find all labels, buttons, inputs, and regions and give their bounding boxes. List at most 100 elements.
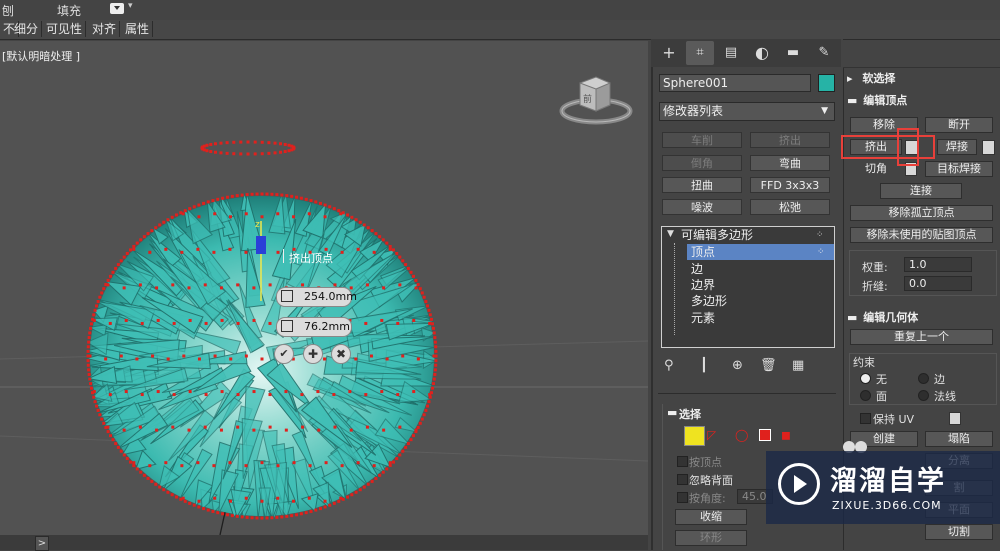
caddy-title: 挤出顶点	[289, 252, 333, 265]
relax-button[interactable]: 松弛	[750, 199, 830, 215]
trash-icon[interactable]: 🗑	[760, 358, 777, 373]
edit-vertices-rollout[interactable]: ▬ 编辑顶点	[843, 92, 1000, 109]
watermark-url: ZIXUE.3D66.COM	[832, 499, 942, 512]
tab-align[interactable]: 对齐	[89, 21, 121, 37]
vertex-dots-icon: ⁘	[816, 230, 824, 240]
stack-item-polygon[interactable]: 多边形	[691, 293, 727, 309]
vertex-dots-icon: ⁘	[817, 247, 825, 257]
edit-geometry-rollout[interactable]: ▬ 编辑几何体	[843, 309, 1000, 326]
modify-icon[interactable]: ⌗	[686, 41, 714, 65]
extrude-modifier-button[interactable]: 挤出	[750, 132, 830, 148]
selection-rollout-title[interactable]: 选择	[679, 406, 701, 422]
stack-item-edge[interactable]: 边	[691, 261, 703, 277]
tab-properties[interactable]: 属性	[122, 21, 154, 37]
object-name-input[interactable]: Sphere001	[659, 74, 811, 92]
preserve-uv-settings-icon[interactable]	[949, 412, 961, 425]
element-mode-icon[interactable]: ◼	[781, 428, 791, 442]
by-angle-checkbox[interactable]	[677, 492, 688, 503]
by-vertex-checkbox[interactable]	[677, 456, 688, 467]
fill-dropdown-icon[interactable]	[110, 3, 124, 14]
width-value[interactable]: 76.2mm	[304, 320, 350, 333]
target-weld-button[interactable]: 目标焊接	[925, 161, 993, 177]
shrink-button[interactable]: 收缩	[675, 509, 747, 525]
bend-button[interactable]: 弯曲	[750, 155, 830, 171]
ring-button[interactable]: 环形	[675, 530, 747, 546]
repeat-last-button[interactable]: 重复上一个	[850, 329, 993, 345]
viewport[interactable]: [默认明暗处理 ] z 前 挤出顶点 254.0mm 76.2mm ✔ ✚ ✖	[0, 41, 648, 535]
remove-isolated-vertices-button[interactable]: 移除孤立顶点	[850, 205, 993, 221]
pin-stack-icon[interactable]: ⚲	[664, 358, 674, 373]
soft-selection-rollout[interactable]: ▸ 软选择	[843, 70, 1000, 87]
stack-toolbar: ⚲ ┃ ⊕ 🗑 ▦	[660, 358, 836, 376]
tab-visibility[interactable]: 可见性	[43, 21, 87, 37]
constraint-none-radio[interactable]	[860, 373, 871, 384]
utilities-icon[interactable]: ✎	[810, 41, 838, 65]
modifier-list-label: 修改器列表	[663, 104, 724, 118]
chevron-down-icon[interactable]: ▾	[128, 1, 133, 11]
selection-rollout-toggle[interactable]: ▬	[667, 406, 677, 419]
toolbar-item[interactable]: 刨	[2, 2, 14, 19]
vertex-mode-icon[interactable]	[684, 426, 705, 446]
highlight-extrude-settings	[897, 128, 919, 166]
stack-root-editable-poly[interactable]: 可编辑多边形	[681, 227, 753, 243]
weld-settings-icon[interactable]	[982, 140, 995, 155]
noise-button[interactable]: 噪波	[662, 199, 742, 215]
remove-unused-map-vertices-button[interactable]: 移除未使用的贴图顶点	[850, 227, 993, 243]
ok-icon[interactable]: ✔	[274, 344, 294, 364]
make-unique-icon[interactable]: ⊕	[732, 358, 743, 373]
tab-subdivision[interactable]: 细分	[11, 21, 43, 37]
stack-item-element[interactable]: 元素	[691, 310, 715, 326]
extrusion-height-field[interactable]: 254.0mm	[276, 287, 357, 307]
motion-icon[interactable]: ◐	[748, 41, 776, 65]
bevel-button[interactable]: 倒角	[662, 155, 742, 171]
preserve-uv-checkbox[interactable]	[860, 413, 871, 424]
weight-spinner[interactable]: 1.0	[904, 257, 972, 272]
constraints-label: 约束	[853, 356, 875, 369]
collapse-button[interactable]: 塌陷	[925, 431, 993, 447]
highlight-extrude	[841, 135, 935, 159]
cut-button[interactable]: 切割	[925, 524, 993, 540]
modifier-stack[interactable]: ▼ 可编辑多边形 ⁘ 顶点 ⁘ 边 边界 多边形 元素	[661, 226, 835, 348]
edit-geometry-title: 编辑几何体	[863, 311, 919, 324]
modifier-list-dropdown[interactable]: 修改器列表 ▼	[659, 102, 835, 121]
crease-label: 折缝:	[862, 280, 888, 293]
weld-button[interactable]: 焊接	[937, 139, 977, 155]
show-end-result-icon[interactable]: ┃	[700, 358, 708, 373]
next-arrow-icon[interactable]: >	[35, 536, 49, 551]
constraint-face-label: 面	[876, 390, 887, 403]
stack-item-vertex[interactable]: 顶点	[691, 244, 715, 260]
ignore-backfacing-checkbox[interactable]	[677, 474, 688, 485]
chamfer-button[interactable]: 切角	[850, 161, 902, 177]
object-color-swatch[interactable]	[818, 74, 835, 92]
hierarchy-icon[interactable]: ▤	[717, 41, 745, 65]
by-angle-label: 按角度:	[689, 492, 726, 505]
constraint-normal-label: 法线	[934, 390, 956, 403]
constraint-face-radio[interactable]	[860, 390, 871, 401]
polygon-mode-icon[interactable]	[759, 429, 771, 441]
ffd-button[interactable]: FFD 3x3x3	[750, 177, 830, 193]
constraint-normal-radio[interactable]	[918, 390, 929, 401]
edit-vertices-title: 编辑顶点	[863, 94, 908, 107]
apply-icon[interactable]: ✚	[303, 344, 323, 364]
soft-selection-title: 软选择	[862, 72, 896, 85]
crease-spinner[interactable]: 0.0	[904, 276, 972, 291]
extrusion-width-field[interactable]: 76.2mm	[276, 317, 352, 337]
display-icon[interactable]: ▬	[779, 41, 807, 65]
viewcube: 前	[559, 76, 633, 125]
connect-button[interactable]: 连接	[880, 183, 962, 199]
configure-modifiers-icon[interactable]: ▦	[792, 358, 804, 373]
timeline-bar[interactable]	[0, 535, 648, 550]
stack-item-border[interactable]: 边界	[691, 277, 715, 293]
height-value[interactable]: 254.0mm	[304, 290, 357, 303]
lathe-button[interactable]: 车削	[662, 132, 742, 148]
edge-mode-icon[interactable]: ◸	[707, 428, 716, 442]
border-mode-icon[interactable]: ◯	[735, 428, 748, 442]
twist-button[interactable]: 扭曲	[662, 177, 742, 193]
expand-icon: ▸	[847, 72, 853, 85]
fill-label[interactable]: 填充	[57, 2, 81, 19]
create-icon[interactable]: +	[655, 41, 683, 65]
constraint-edge-radio[interactable]	[918, 373, 929, 384]
cancel-icon[interactable]: ✖	[331, 344, 351, 364]
break-button[interactable]: 断开	[925, 117, 993, 133]
collapse-triangle-icon[interactable]: ▼	[667, 229, 674, 239]
